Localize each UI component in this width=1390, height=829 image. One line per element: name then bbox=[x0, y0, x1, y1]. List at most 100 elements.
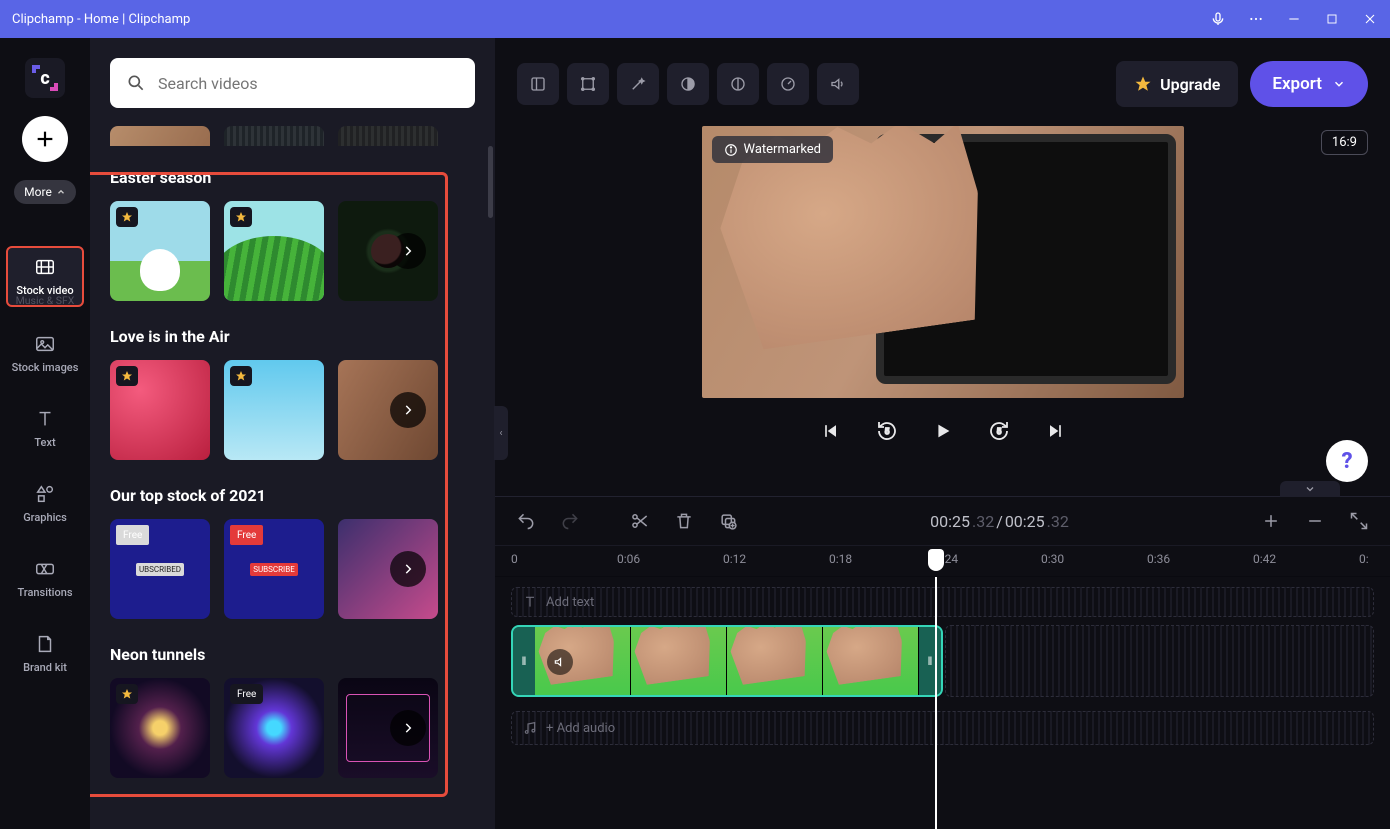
stock-thumb[interactable]: FreeSUBSCRIBE bbox=[224, 519, 324, 619]
chevron-down-icon bbox=[1332, 77, 1346, 91]
free-badge: Free bbox=[230, 525, 263, 545]
duplicate-button[interactable] bbox=[715, 508, 741, 534]
contrast-tool-button[interactable] bbox=[667, 63, 709, 105]
window-close-icon[interactable] bbox=[1362, 11, 1378, 27]
stock-thumb[interactable] bbox=[110, 360, 210, 460]
stock-thumb[interactable]: Free bbox=[224, 678, 324, 778]
text-icon bbox=[34, 408, 56, 430]
search-box[interactable] bbox=[110, 58, 475, 108]
stock-thumb[interactable] bbox=[338, 519, 438, 619]
thumb-row: Free bbox=[110, 678, 475, 778]
premium-badge-icon bbox=[230, 207, 252, 227]
clip-mute-button[interactable] bbox=[547, 649, 573, 675]
section-title-easter: Easter season bbox=[110, 168, 475, 187]
split-button[interactable] bbox=[627, 508, 653, 534]
clip-left-handle[interactable]: ‖ bbox=[513, 627, 535, 695]
premium-badge-icon bbox=[230, 366, 252, 386]
layout-tool-button[interactable] bbox=[517, 63, 559, 105]
clip-right-handle[interactable]: ‖ bbox=[919, 627, 941, 695]
preview-video[interactable]: Watermarked bbox=[702, 126, 1184, 398]
crop-tool-button[interactable] bbox=[567, 63, 609, 105]
video-track-lane-empty[interactable] bbox=[945, 625, 1374, 697]
delete-button[interactable] bbox=[671, 508, 697, 534]
premium-badge-icon bbox=[116, 684, 138, 704]
expand-timeline-button[interactable] bbox=[1280, 481, 1340, 497]
upgrade-button[interactable]: Upgrade bbox=[1116, 61, 1238, 107]
window-title: Clipchamp - Home | Clipchamp bbox=[12, 12, 1210, 27]
editor-area: ‹ Upgrade Export 16:9 bbox=[495, 38, 1390, 829]
more-button[interactable]: More bbox=[14, 180, 76, 204]
info-icon bbox=[724, 143, 738, 157]
zoom-fit-button[interactable] bbox=[1346, 508, 1372, 534]
search-input[interactable] bbox=[158, 74, 459, 93]
scroll-next-button[interactable] bbox=[390, 551, 426, 587]
stock-thumb[interactable] bbox=[110, 678, 210, 778]
watermark-badge: Watermarked bbox=[712, 136, 834, 163]
redo-button[interactable] bbox=[557, 508, 583, 534]
skip-start-button[interactable] bbox=[816, 416, 846, 446]
sidebar-item-brand-kit[interactable]: Brand kit bbox=[6, 625, 84, 682]
sidebar-item-stock-images[interactable]: Stock images bbox=[6, 325, 84, 382]
stock-thumb[interactable] bbox=[110, 201, 210, 301]
playhead-handle[interactable] bbox=[928, 549, 944, 571]
thumb-row bbox=[110, 360, 475, 460]
free-badge: Free bbox=[116, 525, 149, 545]
audio-tool-button[interactable] bbox=[817, 63, 859, 105]
image-icon bbox=[34, 333, 56, 355]
sidebar-item-graphics[interactable]: Graphics bbox=[6, 475, 84, 532]
sidebar-item-transitions[interactable]: Transitions bbox=[6, 550, 84, 607]
scroll-next-button[interactable] bbox=[390, 710, 426, 746]
film-icon bbox=[34, 256, 56, 278]
zoom-out-button[interactable] bbox=[1302, 508, 1328, 534]
help-button[interactable]: ? bbox=[1326, 440, 1368, 482]
text-track-lane[interactable]: Add text bbox=[511, 587, 1374, 617]
thumb-row bbox=[110, 201, 475, 301]
skip-end-button[interactable] bbox=[1040, 416, 1070, 446]
audio-track-lane[interactable]: + Add audio bbox=[511, 711, 1374, 745]
speed-tool-button[interactable] bbox=[767, 63, 809, 105]
rewind-5-button[interactable]: 5 bbox=[872, 416, 902, 446]
app-logo[interactable]: c bbox=[25, 58, 65, 98]
nav-sidebar: c More Music & SFX Stock video Stock ima… bbox=[0, 38, 90, 829]
sidebar-item-text[interactable]: Text bbox=[6, 400, 84, 457]
svg-text:c: c bbox=[40, 68, 49, 89]
window-maximize-icon[interactable] bbox=[1324, 11, 1340, 27]
video-clip[interactable]: Greenscreen on Tablet ‖ ‖ bbox=[511, 625, 943, 697]
stock-thumb[interactable] bbox=[338, 201, 438, 301]
aspect-ratio-button[interactable]: 16:9 bbox=[1321, 130, 1368, 155]
settings-dots-icon[interactable] bbox=[1248, 11, 1264, 27]
stock-thumb[interactable]: FreeUBSCRIBED bbox=[110, 519, 210, 619]
sidebar-item-label: Stock images bbox=[12, 361, 79, 374]
play-button[interactable] bbox=[928, 416, 958, 446]
undo-button[interactable] bbox=[513, 508, 539, 534]
sidebar-item-label: Brand kit bbox=[23, 661, 67, 674]
export-label: Export bbox=[1272, 74, 1322, 94]
playhead[interactable] bbox=[935, 577, 937, 829]
stock-video-panel: Easter season Love is in the Air Our top… bbox=[90, 38, 495, 829]
premium-badge-icon bbox=[116, 207, 138, 227]
sidebar-item-label: Graphics bbox=[23, 511, 67, 524]
forward-5-button[interactable]: 5 bbox=[984, 416, 1014, 446]
add-media-button[interactable] bbox=[22, 116, 68, 162]
scroll-next-button[interactable] bbox=[390, 233, 426, 269]
scroll-next-button[interactable] bbox=[390, 392, 426, 428]
stock-thumb[interactable] bbox=[338, 678, 438, 778]
timeline-area: 00:25.32 / 00:25.32 0 0:06 0:12 0:18 0:2… bbox=[495, 496, 1390, 829]
export-button[interactable]: Export bbox=[1250, 61, 1368, 107]
shapes-icon bbox=[34, 483, 56, 505]
window-minimize-icon[interactable] bbox=[1286, 11, 1302, 27]
sidebar-hidden-music-label: Music & SFX bbox=[16, 294, 75, 307]
time-display: 00:25.32 / 00:25.32 bbox=[930, 512, 1069, 531]
upgrade-label: Upgrade bbox=[1160, 75, 1220, 94]
sidebar-item-label: Transitions bbox=[17, 586, 72, 599]
stock-thumb[interactable] bbox=[224, 360, 324, 460]
filters-tool-button[interactable] bbox=[717, 63, 759, 105]
premium-icon bbox=[1134, 75, 1152, 93]
timeline-tracks[interactable]: Add text Greenscreen on Tablet ‖ ‖ bbox=[495, 577, 1390, 829]
magic-tool-button[interactable] bbox=[617, 63, 659, 105]
mic-icon[interactable] bbox=[1210, 11, 1226, 27]
zoom-in-button[interactable] bbox=[1258, 508, 1284, 534]
stock-thumb[interactable] bbox=[338, 360, 438, 460]
stock-thumb[interactable] bbox=[224, 201, 324, 301]
panel-scrollbar-thumb[interactable] bbox=[488, 146, 493, 218]
